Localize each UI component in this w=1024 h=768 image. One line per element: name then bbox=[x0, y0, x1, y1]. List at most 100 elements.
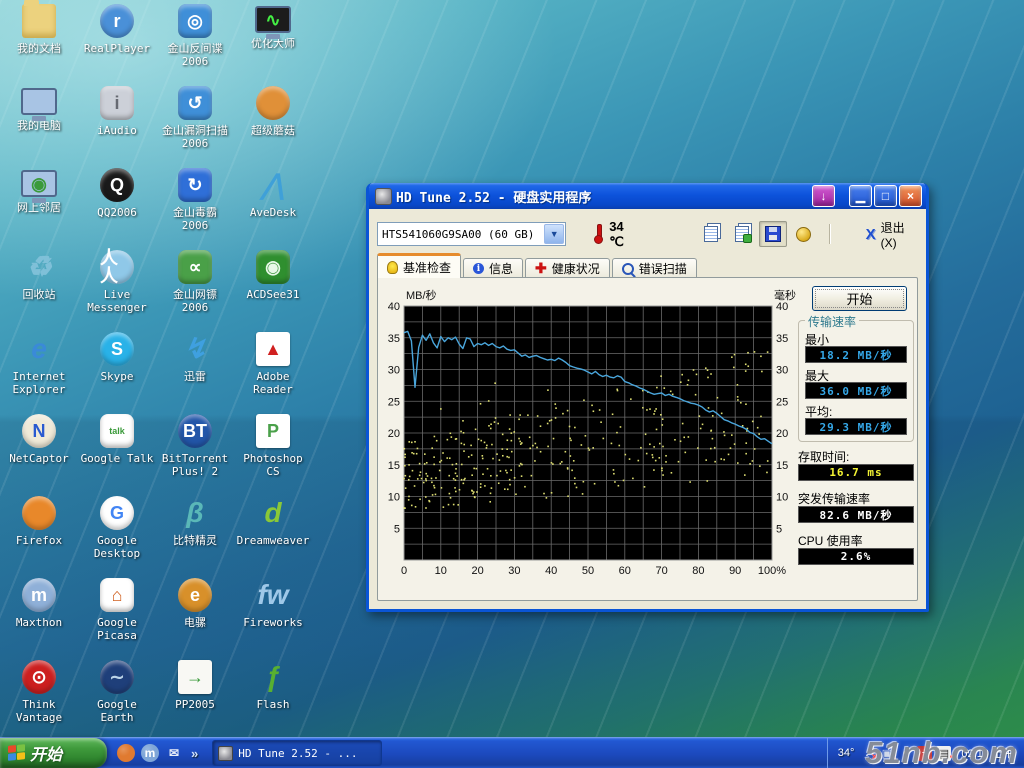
desktop-icon-recycle-bin[interactable]: ♻回收站 bbox=[0, 250, 78, 332]
dreamweaver-icon: d bbox=[256, 496, 290, 530]
tab-info[interactable]: i 信息 bbox=[463, 258, 523, 278]
transfer-rate-group-title: 传输速率 bbox=[805, 313, 859, 330]
desktop-icon-label: 金山毒霸 2006 bbox=[173, 206, 217, 232]
svg-text:35: 35 bbox=[388, 333, 400, 345]
watermark-51nb: 51nb.com bbox=[865, 735, 1018, 768]
access-time-label: 存取时间: bbox=[798, 448, 912, 465]
tools-icon bbox=[796, 227, 811, 242]
desktop-icon-google-talk[interactable]: talkGoogle Talk bbox=[78, 414, 156, 496]
health-icon: ✚ bbox=[535, 263, 547, 274]
desktop-icon-label: Google Picasa bbox=[97, 616, 137, 642]
desktop-icon-realplayer[interactable]: rRealPlayer bbox=[78, 4, 156, 86]
window-title: HD Tune 2.52 - 硬盘实用程序 bbox=[396, 187, 810, 206]
desktop-icon-network-places[interactable]: ◉网上邻居 bbox=[0, 168, 78, 250]
copy-image-button[interactable] bbox=[728, 221, 756, 247]
desktop-icon-qq2006[interactable]: QQQ2006 bbox=[78, 168, 156, 250]
options-button[interactable] bbox=[790, 221, 818, 247]
desktop-icon-label: 比特精灵 bbox=[173, 534, 217, 547]
desktop-icon-acdsee31[interactable]: ◉ACDSee31 bbox=[234, 250, 312, 332]
tab-health[interactable]: ✚健康状况 bbox=[525, 258, 610, 278]
desktop-icon-internet-explorer[interactable]: eInternet Explorer bbox=[0, 332, 78, 414]
copy-button[interactable] bbox=[697, 221, 725, 247]
benchmark-chart: 5510101515202025253030353540400102030405… bbox=[380, 286, 816, 586]
desktop-icon-firefox[interactable]: Firefox bbox=[0, 496, 78, 578]
desktop-icon-fireworks[interactable]: fwFireworks bbox=[234, 578, 312, 660]
desktop-icon-kingsoft-wangbiao-2006[interactable]: ∝金山网镖 2006 bbox=[156, 250, 234, 332]
drive-select-combo[interactable]: HTS541060G9SA00 (60 GB) ▼ bbox=[377, 222, 566, 246]
hdtune-task-button[interactable]: HD Tune 2.52 - ... bbox=[212, 740, 382, 766]
svg-text:15: 15 bbox=[776, 460, 788, 472]
quicklaunch-mail-icon[interactable]: ✉ bbox=[165, 744, 183, 762]
burst-rate-value: 82.6 MB/秒 bbox=[798, 506, 914, 523]
tab-label: 信息 bbox=[489, 260, 513, 277]
desktop-icon-dreamweaver[interactable]: dDreamweaver bbox=[234, 496, 312, 578]
desktop-icon-label: Fireworks bbox=[243, 616, 303, 629]
save-button[interactable] bbox=[759, 221, 787, 247]
netcaptor-icon: N bbox=[22, 414, 56, 448]
desktop-icon-thinkvantage[interactable]: ⊙Think Vantage bbox=[0, 660, 78, 742]
desktop-icon-youhua-dashi[interactable]: ∿优化大师 bbox=[234, 4, 312, 86]
desktop-icon-kingsoft-duba-2006[interactable]: ↻金山毒霸 2006 bbox=[156, 168, 234, 250]
tab-error-scan[interactable]: 错误扫描 bbox=[612, 258, 697, 278]
live-messenger-icon: 人人 bbox=[100, 250, 134, 284]
acdsee31-icon: ◉ bbox=[256, 250, 290, 284]
desktop-icon-google-picasa[interactable]: ⌂Google Picasa bbox=[78, 578, 156, 660]
kingsoft-vuln-scan-2006-icon: ↺ bbox=[178, 86, 212, 120]
desktop-icon-flash[interactable]: ƒFlash bbox=[234, 660, 312, 742]
thermometer-icon bbox=[594, 224, 603, 244]
desktop-icon-maxthon[interactable]: mMaxthon bbox=[0, 578, 78, 660]
desktop-icon-my-documents[interactable]: 我的文档 bbox=[0, 4, 78, 86]
toolbar-separator bbox=[829, 224, 830, 244]
desktop-icon-label: Flash bbox=[256, 698, 289, 711]
desktop-icon-label: PP2005 bbox=[175, 698, 215, 711]
desktop-icon-kingsoft-vuln-scan-2006[interactable]: ↺金山漏洞扫描 2006 bbox=[156, 86, 234, 168]
start-menu-button[interactable]: 开始 bbox=[0, 738, 107, 768]
exit-button[interactable]: X 退出(X) bbox=[860, 217, 918, 252]
desktop-icon-label: Adobe Reader bbox=[234, 370, 312, 396]
desktop-icon-bitspirit[interactable]: β比特精灵 bbox=[156, 496, 234, 578]
desktop-icon-kingsoft-antispy-2006[interactable]: ◎金山反间谍 2006 bbox=[156, 4, 234, 86]
desktop-icon-emule[interactable]: e电骡 bbox=[156, 578, 234, 660]
access-time-value: 16.7 ms bbox=[798, 464, 914, 481]
download-arrow-button[interactable]: ↓ bbox=[812, 185, 835, 207]
svg-text:40: 40 bbox=[776, 301, 788, 313]
desktop-icon-avedesk[interactable]: ⋀AveDesk bbox=[234, 168, 312, 250]
desktop-icon-live-messenger[interactable]: 人人Live Messenger bbox=[78, 250, 156, 332]
desktop-icon-label: Google Talk bbox=[81, 452, 154, 465]
svg-text:5: 5 bbox=[776, 523, 782, 535]
desktop-icon-xunlei[interactable]: ↯迅雷 bbox=[156, 332, 234, 414]
google-earth-icon: ∼ bbox=[100, 660, 134, 694]
svg-text:100%: 100% bbox=[758, 565, 786, 577]
info-icon: i bbox=[473, 263, 484, 274]
quicklaunch-maxthon-icon[interactable]: m bbox=[141, 744, 159, 762]
quicklaunch-browser-icon[interactable] bbox=[117, 744, 135, 762]
quick-launch-chevron-icon[interactable]: » bbox=[191, 746, 198, 761]
desktop-icon-google-earth[interactable]: ∼Google Earth bbox=[78, 660, 156, 742]
close-button[interactable]: × bbox=[899, 185, 922, 207]
svg-text:10: 10 bbox=[435, 565, 447, 577]
svg-text:20: 20 bbox=[776, 428, 788, 440]
tab-benchmark[interactable]: 基准检查 bbox=[377, 253, 461, 278]
desktop-icon-label: Google Desktop bbox=[94, 534, 140, 560]
desktop-icon-label: QQ2006 bbox=[97, 206, 137, 219]
chevron-down-icon[interactable]: ▼ bbox=[544, 224, 564, 244]
maximize-button[interactable]: □ bbox=[874, 185, 897, 207]
desktop-icon-super-mushroom[interactable]: 超级蘑菇 bbox=[234, 86, 312, 168]
desktop-icon-label: 迅雷 bbox=[184, 370, 206, 383]
desktop-icon-photoshop-cs[interactable]: PPhotoshop CS bbox=[234, 414, 312, 496]
drive-select-value: HTS541060G9SA00 (60 GB) bbox=[378, 228, 543, 241]
photoshop-cs-icon: P bbox=[256, 414, 290, 448]
desktop-icon-skype[interactable]: SSkype bbox=[78, 332, 156, 414]
desktop-icon-my-computer[interactable]: 我的电脑 bbox=[0, 86, 78, 168]
desktop-icon-pp2005[interactable]: →PP2005 bbox=[156, 660, 234, 742]
desktop-icon-iaudio[interactable]: iiAudio bbox=[78, 86, 156, 168]
desktop-icon-bittorrent-plus-2[interactable]: BTBitTorrent Plus! 2 bbox=[156, 414, 234, 496]
svg-text:10: 10 bbox=[388, 492, 400, 504]
minimize-button[interactable]: ▁ bbox=[849, 185, 872, 207]
desktop-icon-google-desktop[interactable]: GGoogle Desktop bbox=[78, 496, 156, 578]
titlebar[interactable]: HD Tune 2.52 - 硬盘实用程序 ↓ ▁□× bbox=[369, 183, 926, 209]
temperature-value: 34 ℃ bbox=[609, 219, 637, 250]
start-benchmark-button[interactable]: 开始 bbox=[812, 286, 907, 311]
desktop-icon-netcaptor[interactable]: NNetCaptor bbox=[0, 414, 78, 496]
desktop-icon-adobe-reader[interactable]: ▲Adobe Reader bbox=[234, 332, 312, 414]
